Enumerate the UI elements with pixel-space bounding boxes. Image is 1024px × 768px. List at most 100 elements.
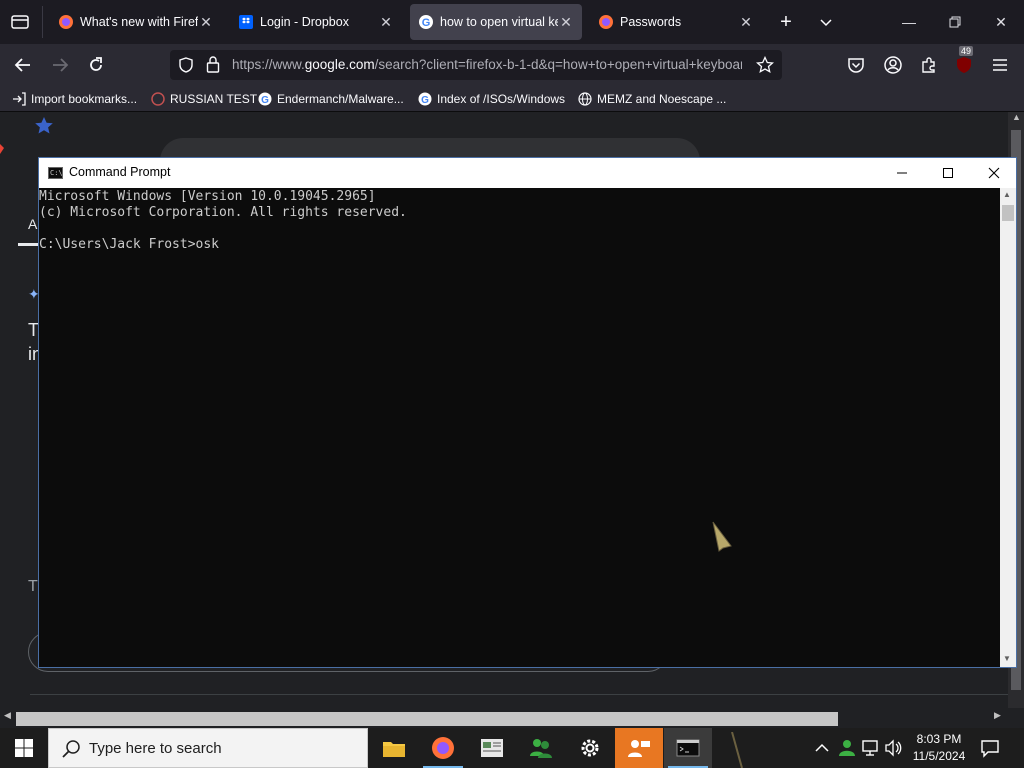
- scroll-thumb[interactable]: [16, 712, 838, 726]
- notification-icon[interactable]: [980, 738, 1000, 763]
- divider: [30, 694, 1010, 695]
- cursor-icon: [711, 520, 735, 557]
- clock-time[interactable]: 8:03 PM: [908, 732, 970, 746]
- bookmark-russian-test[interactable]: RUSSIAN TEST: [151, 90, 257, 108]
- people-tray-icon[interactable]: [838, 738, 856, 763]
- page-horizontal-scrollbar[interactable]: ◀ ▶: [0, 708, 1024, 726]
- url-path: /search?client=firefox-b-1-d&q=how+to+op…: [374, 57, 742, 72]
- network-icon[interactable]: [862, 739, 880, 762]
- globe-icon: [578, 92, 592, 106]
- import-icon: [12, 92, 26, 106]
- url-domain: google.com: [304, 57, 375, 72]
- bookmark-import[interactable]: Import bookmarks...: [12, 90, 137, 108]
- url-prefix: https://www.: [232, 57, 305, 72]
- close-window-icon[interactable]: ✕: [978, 0, 1024, 44]
- file-explorer-icon[interactable]: [370, 728, 418, 768]
- back-arrow-icon[interactable]: [10, 52, 36, 78]
- cmd-title-bar[interactable]: C:\ Command Prompt: [39, 158, 1016, 188]
- settings-gear-icon[interactable]: [566, 728, 614, 768]
- svg-text:G: G: [422, 17, 431, 29]
- svg-text:G: G: [421, 95, 429, 106]
- scroll-left-arrow-icon[interactable]: ◀: [4, 710, 11, 721]
- windows-taskbar: Type here to search 8:03 PM 11/5/2024: [0, 728, 1024, 768]
- tab-dropbox[interactable]: Login - Dropbox ✕: [230, 4, 402, 40]
- news-app-icon[interactable]: [468, 728, 516, 768]
- search-placeholder: Type here to search: [89, 740, 222, 757]
- tab-google-search[interactable]: G how to open virtual keyboard ✕: [410, 4, 582, 40]
- ublock-extension-icon[interactable]: 49: [951, 46, 977, 78]
- console-output[interactable]: Microsoft Windows [Version 10.0.19045.29…: [39, 188, 1001, 667]
- scroll-down-arrow-icon[interactable]: ▼: [1003, 654, 1011, 663]
- command-prompt-window[interactable]: C:\ Command Prompt Microsoft Windows [Ve…: [38, 157, 1017, 668]
- restore-icon[interactable]: [932, 0, 978, 44]
- new-tab-icon[interactable]: +: [774, 10, 798, 34]
- shield-icon[interactable]: [178, 57, 194, 78]
- google-icon: G: [418, 92, 432, 106]
- page-text-fragment: T: [28, 578, 38, 595]
- close-tab-icon[interactable]: ✕: [558, 14, 574, 31]
- lock-icon[interactable]: [206, 56, 220, 78]
- url-text[interactable]: https://www.google.com/search?client=fir…: [232, 57, 742, 72]
- tab-title: Passwords: [620, 15, 682, 29]
- scroll-up-arrow-icon[interactable]: ▲: [1003, 190, 1011, 199]
- close-icon[interactable]: [971, 158, 1017, 188]
- minimize-icon[interactable]: [879, 158, 925, 188]
- windows-start-icon[interactable]: [0, 728, 48, 768]
- minimize-icon[interactable]: —: [886, 0, 932, 44]
- firefox-taskbar-icon[interactable]: [419, 728, 467, 768]
- scroll-right-arrow-icon[interactable]: ▶: [994, 710, 1001, 721]
- search-icon: [61, 739, 81, 759]
- chevron-down-icon[interactable]: [814, 10, 838, 34]
- cmd-icon: C:\: [48, 167, 63, 179]
- hamburger-menu-icon[interactable]: [987, 52, 1013, 78]
- tab-passwords[interactable]: Passwords ✕: [590, 4, 762, 40]
- bookmark-memz[interactable]: MEMZ and Noescape ...: [578, 90, 726, 108]
- pocket-icon[interactable]: [843, 52, 869, 78]
- forward-arrow-icon[interactable]: [47, 52, 73, 78]
- bookmarks-toolbar: Import bookmarks... RUSSIAN TEST G Ender…: [0, 86, 1024, 112]
- maximize-icon[interactable]: [925, 158, 971, 188]
- console-prompt-line: C:\Users\Jack Frost>osk: [39, 237, 220, 252]
- console-line: Microsoft Windows [Version 10.0.19045.29…: [39, 189, 376, 204]
- bookmark-endermanch[interactable]: G Endermanch/Malware...: [258, 90, 404, 108]
- command-prompt-taskbar-icon[interactable]: [664, 728, 712, 768]
- clock-date[interactable]: 11/5/2024: [908, 749, 970, 763]
- star-doodle-icon: [34, 116, 54, 141]
- url-bar[interactable]: https://www.google.com/search?client=fir…: [170, 50, 782, 80]
- extensions-icon[interactable]: [916, 52, 942, 78]
- account-icon[interactable]: [880, 52, 906, 78]
- cursor-trail-icon: [722, 731, 752, 768]
- google-icon: G: [258, 92, 272, 106]
- scroll-thumb[interactable]: [1002, 205, 1014, 221]
- messenger-app-icon[interactable]: [517, 728, 565, 768]
- chevron-up-icon[interactable]: [814, 740, 830, 761]
- taskbar-search-box[interactable]: Type here to search: [48, 728, 368, 768]
- active-tab-indicator: [18, 243, 40, 246]
- bookmark-label: Endermanch/Malware...: [277, 92, 404, 106]
- tab-title: What's new with Firefox: [80, 15, 198, 29]
- dropbox-icon: [238, 14, 254, 30]
- svg-text:G: G: [261, 95, 269, 106]
- close-tab-icon[interactable]: ✕: [198, 14, 214, 31]
- bookmark-label: MEMZ and Noescape ...: [597, 92, 727, 106]
- user-accounts-icon[interactable]: [615, 728, 663, 768]
- close-tab-icon[interactable]: ✕: [378, 14, 394, 31]
- reload-icon[interactable]: [83, 52, 109, 78]
- tab-whats-new[interactable]: What's new with Firefox ✕: [50, 4, 222, 40]
- list-all-tabs-icon[interactable]: [10, 13, 30, 31]
- scroll-up-arrow-icon[interactable]: ▲: [1012, 112, 1021, 122]
- badge-count: 49: [959, 46, 974, 56]
- bookmark-index-isos[interactable]: G Index of /ISOs/Windows: [418, 90, 565, 108]
- browser-tab-bar: What's new with Firefox ✕ Login - Dropbo…: [0, 0, 1024, 44]
- close-tab-icon[interactable]: ✕: [738, 14, 754, 31]
- volume-icon[interactable]: [884, 739, 902, 762]
- bookmark-label: RUSSIAN TEST: [170, 92, 258, 106]
- bookmark-label: Index of /ISOs/Windows: [437, 92, 566, 106]
- firefox-icon: [598, 14, 614, 30]
- tab-title: how to open virtual keyboard: [440, 15, 558, 29]
- tab-title: Login - Dropbox: [260, 15, 349, 29]
- bookmark-star-icon[interactable]: [755, 55, 775, 79]
- cmd-vertical-scrollbar[interactable]: ▲ ▼: [1000, 188, 1016, 667]
- cmd-title: Command Prompt: [69, 165, 171, 179]
